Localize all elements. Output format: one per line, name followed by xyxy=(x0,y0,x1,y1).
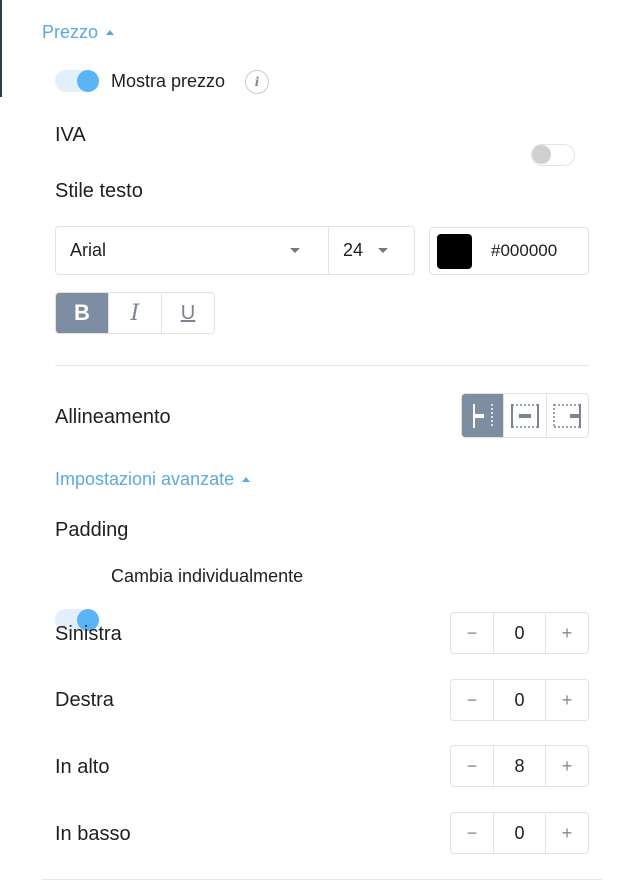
decrement-button[interactable]: − xyxy=(451,746,494,786)
toggle-knob xyxy=(77,70,99,92)
padding-bottom-label: In basso xyxy=(55,823,131,845)
align-left-button[interactable] xyxy=(462,394,505,437)
align-left-icon xyxy=(472,403,493,428)
font-family-select[interactable]: Arial xyxy=(56,227,329,274)
padding-bottom-stepper: − 0 + xyxy=(450,812,589,854)
toggle-knob xyxy=(532,145,551,164)
show-price-toggle[interactable] xyxy=(55,70,99,92)
bold-button[interactable]: B xyxy=(56,293,109,333)
align-center-icon xyxy=(510,403,539,428)
padding-bottom-value[interactable]: 0 xyxy=(494,813,545,853)
text-style-buttons: B I U xyxy=(55,292,215,334)
text-style-heading: Stile testo xyxy=(55,180,143,202)
padding-right-stepper: − 0 + xyxy=(450,679,589,721)
increment-button[interactable]: + xyxy=(545,680,588,720)
padding-left-value[interactable]: 0 xyxy=(494,613,545,653)
font-selector: Arial 24 xyxy=(55,226,415,275)
underline-icon: U xyxy=(180,301,196,324)
price-section-label: Prezzo xyxy=(42,22,99,42)
italic-icon: I xyxy=(130,300,140,326)
increment-button[interactable]: + xyxy=(545,813,588,853)
padding-heading: Padding xyxy=(55,519,129,541)
align-center-button[interactable] xyxy=(504,394,547,437)
padding-top-stepper: − 8 + xyxy=(450,745,589,787)
padding-right-label: Destra xyxy=(55,689,114,711)
divider xyxy=(42,879,602,880)
padding-right-value[interactable]: 0 xyxy=(494,680,545,720)
font-size-select[interactable]: 24 xyxy=(329,227,414,274)
vat-label: IVA xyxy=(55,124,86,146)
padding-left-label: Sinistra xyxy=(55,623,122,645)
decrement-button[interactable]: − xyxy=(451,680,494,720)
divider xyxy=(55,365,589,366)
alignment-label: Allineamento xyxy=(55,406,171,428)
underline-button[interactable]: U xyxy=(162,293,214,333)
alignment-buttons xyxy=(461,393,589,438)
color-swatch[interactable] xyxy=(437,233,472,269)
padding-left-stepper: − 0 + xyxy=(450,612,589,654)
individual-padding-label: Cambia individualmente xyxy=(111,566,304,586)
increment-button[interactable]: + xyxy=(545,613,588,653)
bold-icon: B xyxy=(74,300,90,325)
show-price-label: Mostra prezzo xyxy=(111,71,226,91)
chevron-down-icon xyxy=(290,248,300,253)
decrement-button[interactable]: − xyxy=(451,613,494,653)
caret-up-icon xyxy=(242,477,251,482)
advanced-settings-label: Impostazioni avanzate xyxy=(55,469,235,489)
caret-up-icon xyxy=(106,30,115,35)
font-size-value: 24 xyxy=(343,240,364,260)
font-family-value: Arial xyxy=(70,240,107,260)
align-right-icon xyxy=(553,403,582,428)
vat-toggle[interactable] xyxy=(531,144,575,166)
panel-edge xyxy=(0,0,2,97)
padding-top-value[interactable]: 8 xyxy=(494,746,545,786)
chevron-down-icon xyxy=(378,248,388,253)
info-icon[interactable]: i xyxy=(245,70,269,94)
italic-button[interactable]: I xyxy=(109,293,162,333)
price-section-toggle[interactable]: Prezzo xyxy=(42,22,115,43)
decrement-button[interactable]: − xyxy=(451,813,494,853)
color-hex-value: #000000 xyxy=(491,241,558,260)
advanced-settings-toggle[interactable]: Impostazioni avanzate xyxy=(55,469,251,490)
color-picker[interactable]: #000000 xyxy=(429,227,589,275)
increment-button[interactable]: + xyxy=(545,746,588,786)
align-right-button[interactable] xyxy=(547,394,588,437)
padding-top-label: In alto xyxy=(55,756,110,778)
